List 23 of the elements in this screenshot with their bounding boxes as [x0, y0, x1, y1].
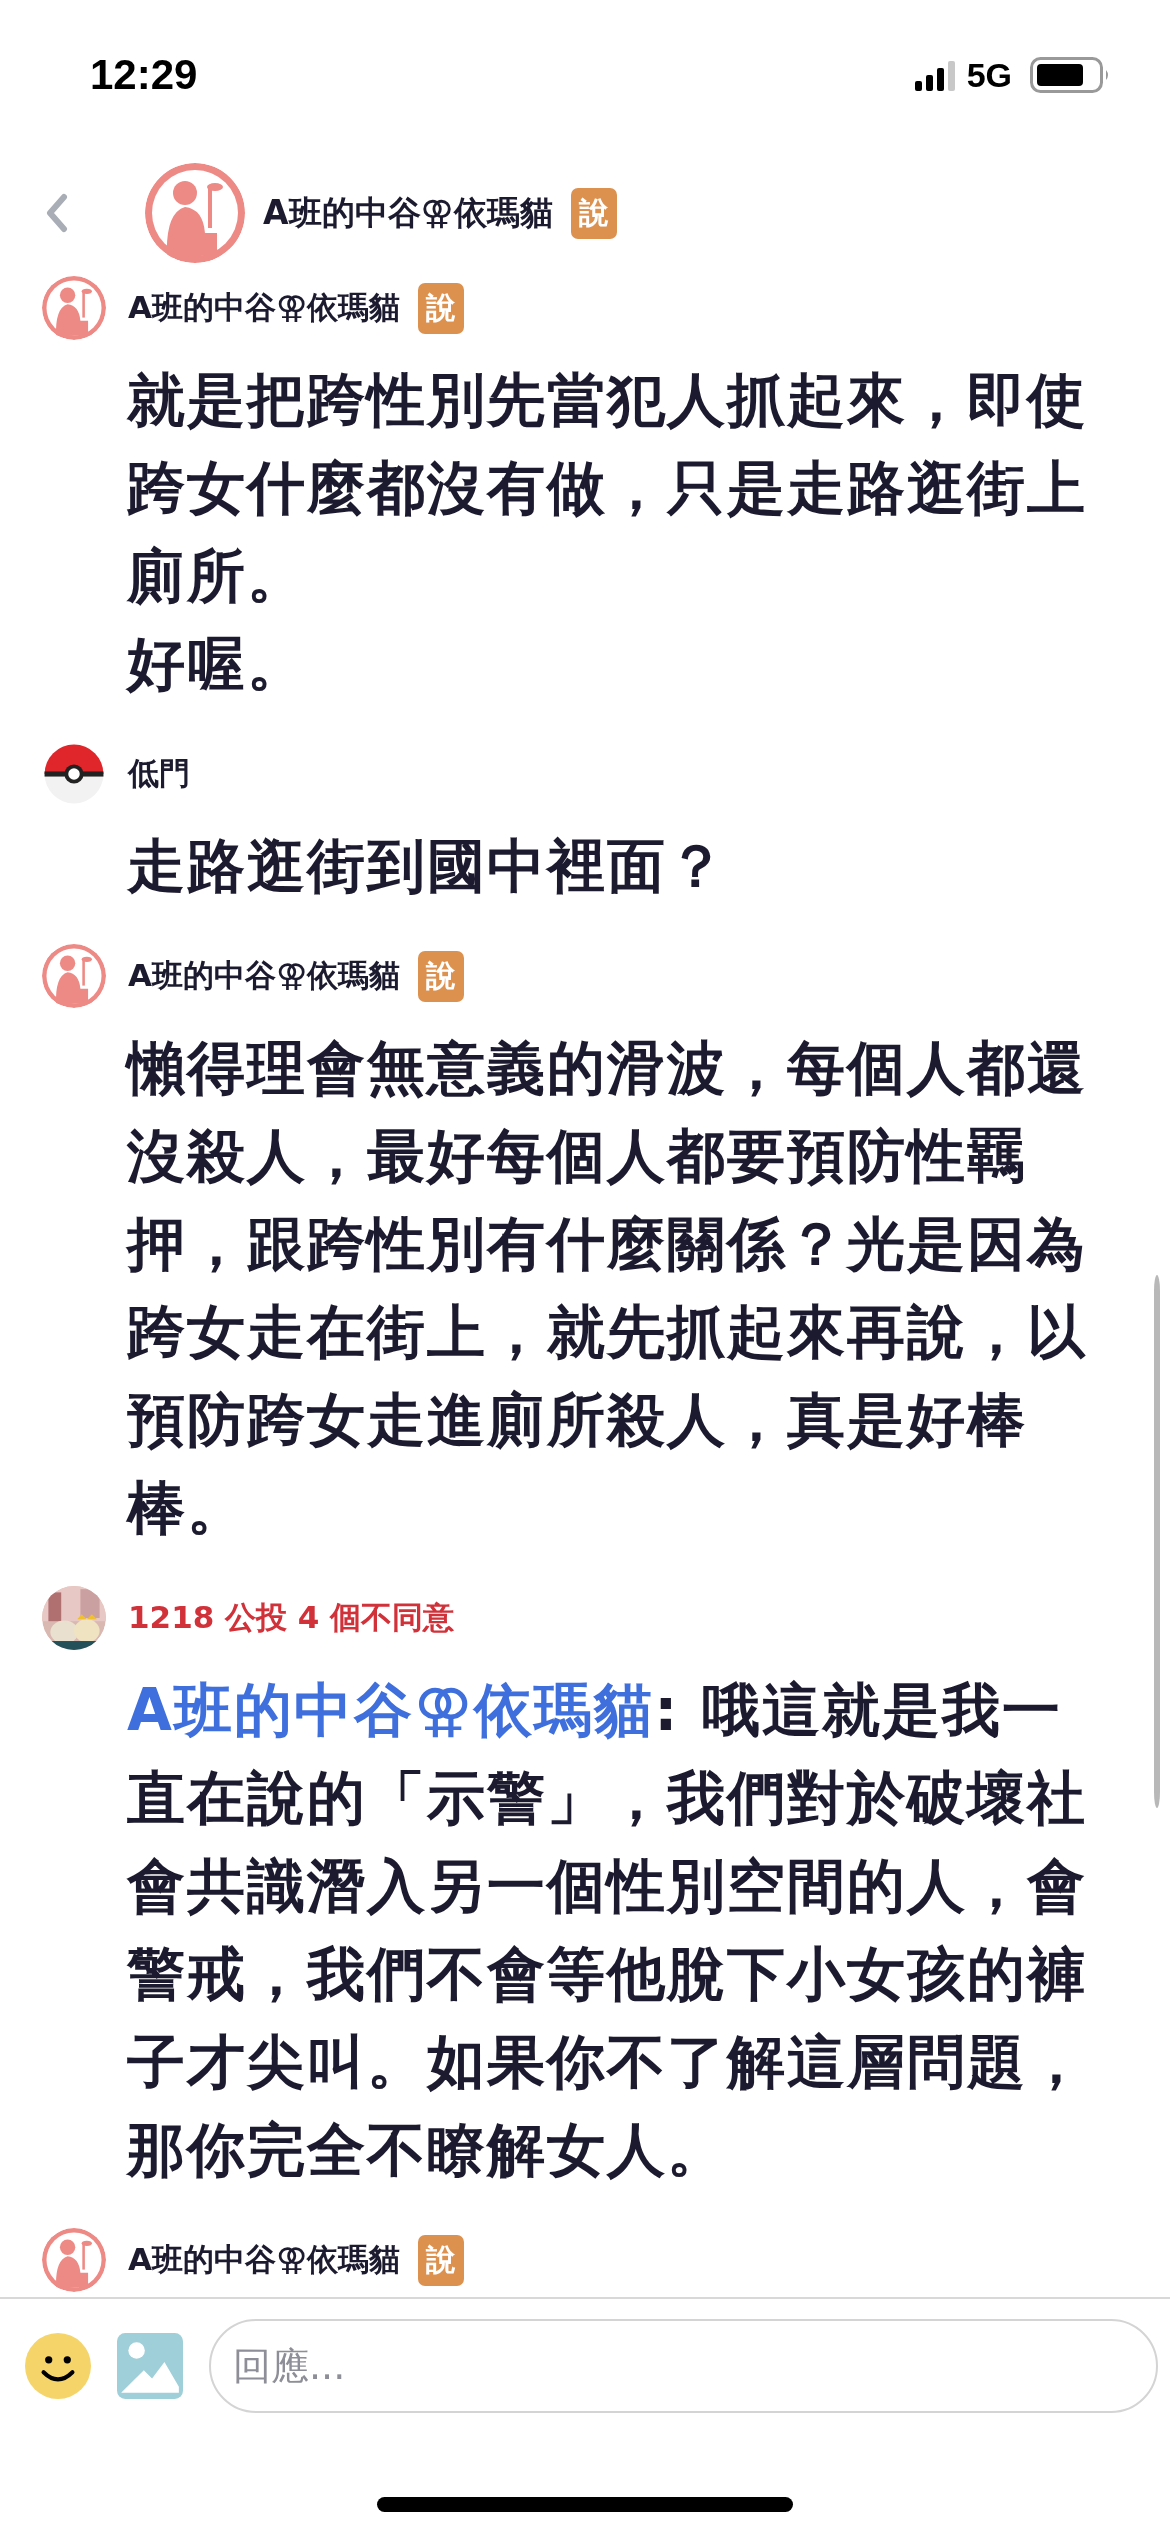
battery-icon: [1030, 57, 1110, 93]
author-name: A班的中谷⚢依瑪貓: [128, 956, 401, 995]
author-name: 1218 公投 4 個不同意: [128, 1598, 455, 1637]
back-icon[interactable]: [44, 193, 70, 233]
message-text: 好喔。: [127, 629, 308, 700]
author-name: A班的中谷⚢依瑪貓: [128, 288, 401, 327]
mention-link[interactable]: A班的中谷⚢依瑪貓: [127, 1676, 655, 1744]
signal-icon: [914, 59, 955, 91]
role-badge: 說: [570, 187, 617, 239]
message-text: A班的中谷⚢依瑪貓: 哦這就是我一直在說的「示警」，我們對於破壞社會共識潛入另一個性別空間的人，會警戒，我們不會等他脫下小女孩的褲子才尖叫。如果你不了解這層問題，那你完全不瞭解女人。: [127, 1675, 1088, 2186]
role-badge: 說: [418, 950, 465, 1002]
author-name: A班的中谷⚢依瑪貓: [128, 2240, 401, 2279]
network-label: 5G: [966, 55, 1012, 95]
clock-time: 12:29: [90, 51, 198, 99]
role-badge: 說: [418, 282, 465, 334]
message-text: 走路逛街到國中裡面？: [127, 831, 728, 902]
reply-field[interactable]: 回應...: [209, 2318, 1158, 2413]
chat-title: A班的中谷⚢依瑪貓: [263, 191, 553, 234]
image-icon[interactable]: [117, 2332, 183, 2399]
author-name: 低門: [128, 754, 190, 793]
message-text: 就是把跨性別先當犯人抓起來，即使跨女什麼都沒有做，只是走路逛街上廁所。: [127, 365, 1088, 612]
emoji-icon[interactable]: [25, 2332, 91, 2399]
role-badge: 說: [418, 2234, 465, 2286]
